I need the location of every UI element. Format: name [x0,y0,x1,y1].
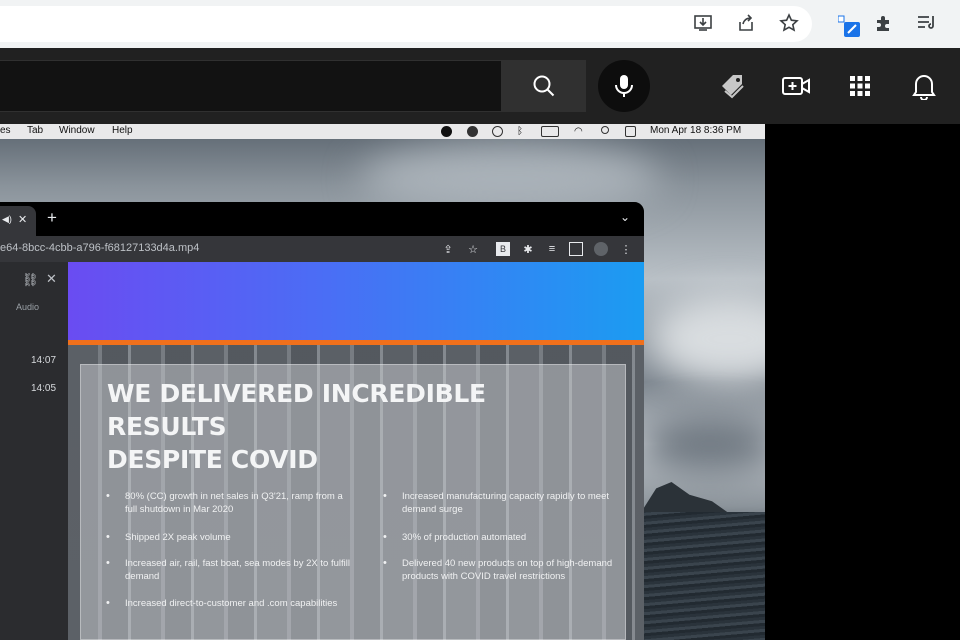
reading-list-icon[interactable] [914,10,940,36]
apps-grid-icon[interactable] [844,70,876,102]
menu-bar-clock: Mon Apr 18 8:36 PM [650,125,742,136]
spotlight-search-icon[interactable] [601,126,609,134]
slide-title: WE DELIVERED INCREDIBLE RESULTS DESPITE … [107,377,607,476]
active-tab[interactable]: ◀) ✕ [0,206,36,236]
slide-banner [68,262,644,340]
menu-item-help[interactable]: Help [112,125,133,136]
menu-item[interactable]: es [0,125,11,136]
bookmark-star-icon[interactable]: ☆ [466,242,480,256]
extensions-puzzle-icon[interactable] [871,10,897,36]
side-panel-icon[interactable] [569,242,583,256]
slide-title-line-2: DESPITE COVID [107,445,318,474]
browser-toolbar [0,0,960,48]
install-app-icon[interactable] [690,10,716,36]
tab-strip: ◀) ✕ + ⌄ [0,202,644,236]
target-icon[interactable] [492,126,503,137]
extension-icon[interactable]: B [496,242,510,256]
search-icon [533,75,555,97]
url-text[interactable]: e64-8bcc-4cbb-a796-f68127133d4a.mp4 [0,242,199,254]
profile-avatar-icon[interactable] [594,242,608,256]
presentation-slide: WE DELIVERED INCREDIBLE RESULTS DESPITE … [68,262,644,640]
extensions-puzzle-icon[interactable]: ✱ [521,242,535,256]
audio-playing-icon[interactable]: ◀) [2,214,12,225]
share-icon[interactable]: ⇪ [441,242,455,256]
bookmark-star-icon[interactable] [776,10,802,36]
bullet-item: 30% of production automated [383,531,617,544]
link-icon[interactable]: ⛓ [22,272,39,288]
bullet-item: 80% (CC) growth in net sales in Q3'21, r… [106,490,351,516]
slide-title-line-1: WE DELIVERED INCREDIBLE RESULTS [107,379,486,441]
timestamp[interactable]: 14:05 [31,383,56,394]
cloud-shape [650,294,765,384]
bullet-item: Shipped 2X peak volume [106,531,351,544]
site-header [0,48,960,124]
timestamp[interactable]: 14:07 [31,355,56,366]
create-video-icon[interactable] [780,70,812,102]
tab-close-button[interactable]: ✕ [18,213,27,226]
island-silhouette [640,482,730,514]
share-icon[interactable] [733,10,759,36]
mac-menu-bar: es Tab Window Help ᛒ ◠ Mon Apr 18 8:36 P… [0,124,765,139]
bullet-item: Delivered 40 new products on top of high… [383,557,617,583]
more-menu-icon[interactable]: ⋮ [619,242,633,256]
shopping-tag-icon[interactable] [717,70,749,102]
extension-badge-icon[interactable] [837,14,862,38]
tab-search-chevron-icon[interactable]: ⌄ [620,210,630,224]
side-panel: ⛓ ✕ Audio 14:07 14:05 [0,262,68,640]
search-button[interactable] [502,60,586,112]
new-tab-button[interactable]: + [47,208,57,228]
battery-icon[interactable] [541,126,559,137]
search-input[interactable] [0,60,502,112]
menu-item-window[interactable]: Window [59,125,95,136]
bullet-item: Increased air, rail, fast boat, sea mode… [106,557,351,583]
app-status-icon[interactable] [467,126,478,137]
wifi-icon[interactable]: ◠ [574,126,585,137]
voice-search-button[interactable] [598,60,650,112]
bullet-item: Increased manufacturing capacity rapidly… [383,490,617,516]
menu-item-tab[interactable]: Tab [27,125,43,136]
side-black-area [765,124,960,640]
close-icon[interactable]: ✕ [46,271,57,287]
reading-list-icon[interactable]: ≡ [545,242,559,256]
microphone-icon [615,75,633,97]
inner-address-bar[interactable]: e64-8bcc-4cbb-a796-f68127133d4a.mp4 ⇪ ☆ … [0,236,644,262]
audio-label: Audio [16,302,40,312]
video-player[interactable]: es Tab Window Help ᛒ ◠ Mon Apr 18 8:36 P… [0,124,765,640]
control-center-icon[interactable] [625,126,636,137]
notifications-bell-icon[interactable] [908,70,940,102]
cloud-shape [640,414,765,474]
bluetooth-icon[interactable]: ᛒ [517,126,528,137]
bullet-item: Increased direct-to-customer and .com ca… [106,597,351,610]
record-icon[interactable] [441,126,452,137]
inner-browser-window: ◀) ✕ + ⌄ e64-8bcc-4cbb-a796-f68127133d4a… [0,202,644,640]
results-card: WE DELIVERED INCREDIBLE RESULTS DESPITE … [80,364,626,640]
